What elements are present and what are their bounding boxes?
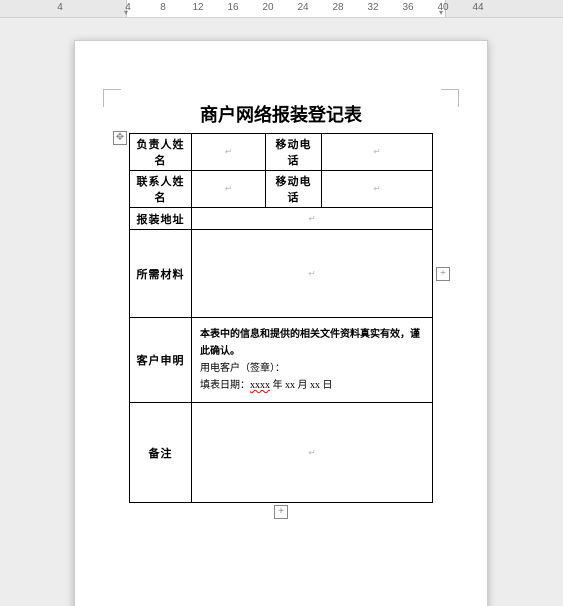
ruler-number: 32 (367, 2, 378, 13)
margin-corner-tr (441, 89, 459, 107)
date-month-suffix: 月 (295, 380, 310, 391)
address-cell[interactable] (192, 208, 433, 230)
table-row[interactable]: 负责人姓名 移动电话 (130, 134, 433, 171)
table-row[interactable]: 所需材料 + (130, 230, 433, 318)
table-row[interactable]: 报装地址 (130, 208, 433, 230)
document-title[interactable]: 商户网络报装登记表 (129, 101, 433, 127)
date-day-placeholder[interactable]: xx (310, 380, 320, 391)
margin-corner-tl (103, 89, 121, 107)
table-row[interactable]: 联系人姓名 移动电话 (130, 171, 433, 208)
declaration-line1[interactable]: 本表中的信息和提供的相关文件资料真实有效，谨此确认。 (200, 326, 424, 360)
table-row[interactable]: 备注 (130, 403, 433, 503)
contact-phone-cell[interactable] (322, 171, 433, 208)
ruler-number: 44 (472, 2, 483, 13)
page[interactable]: 商户网络报装登记表 ✥ 负责人姓名 移动电话 (74, 40, 488, 606)
document-editor: ▾ ▾ 448121620242832364044 商户网络报装登记表 ✥ 负责… (0, 0, 563, 606)
table-add-handle[interactable]: + (274, 505, 288, 519)
contact-name-cell[interactable] (192, 171, 266, 208)
form-table-wrap: ✥ 负责人姓名 移动电话 联系人姓名 (129, 133, 433, 503)
horizontal-ruler[interactable]: ▾ ▾ 448121620242832364044 (0, 0, 563, 18)
owner-phone-label[interactable]: 移动电话 (266, 134, 322, 171)
ruler-number: 28 (332, 2, 343, 13)
ruler-number: 36 (402, 2, 413, 13)
ruler-number: 12 (192, 2, 203, 13)
declaration-text[interactable]: 本表中的信息和提供的相关文件资料真实有效，谨此确认。 用电客户（签章）： 填表日… (196, 320, 428, 400)
row-insert-handle[interactable]: + (436, 267, 450, 281)
remark-cell[interactable] (192, 403, 433, 503)
table-row[interactable]: 客户申明 本表中的信息和提供的相关文件资料真实有效，谨此确认。 用电客户（签章）… (130, 318, 433, 403)
owner-name-label[interactable]: 负责人姓名 (130, 134, 192, 171)
table-move-handle[interactable]: ✥ (113, 131, 127, 145)
declaration-label[interactable]: 客户申明 (130, 318, 192, 403)
date-label: 填表日期： (200, 380, 250, 391)
ruler-number: 4 (125, 2, 131, 13)
signature-label: 用电客户（签章）： (200, 363, 285, 374)
ruler-number: 16 (227, 2, 238, 13)
date-month-placeholder[interactable]: xx (285, 380, 295, 391)
ruler-number: 40 (437, 2, 448, 13)
declaration-cell[interactable]: 本表中的信息和提供的相关文件资料真实有效，谨此确认。 用电客户（签章）： 填表日… (192, 318, 433, 403)
workspace: 商户网络报装登记表 ✥ 负责人姓名 移动电话 (0, 18, 563, 606)
date-year-suffix: 年 (270, 380, 285, 391)
declaration-line3[interactable]: 填表日期：xxxx 年 xx 月 xx 日 (200, 377, 424, 394)
materials-label[interactable]: 所需材料 (130, 230, 192, 318)
ruler-number: 8 (160, 2, 166, 13)
ruler-number: 4 (57, 2, 63, 13)
ruler-number: 24 (297, 2, 308, 13)
address-label[interactable]: 报装地址 (130, 208, 192, 230)
contact-name-label[interactable]: 联系人姓名 (130, 171, 192, 208)
ruler-active-segment (126, 0, 446, 17)
contact-phone-label[interactable]: 移动电话 (266, 171, 322, 208)
owner-name-cell[interactable] (192, 134, 266, 171)
owner-phone-cell[interactable] (322, 134, 433, 171)
form-table[interactable]: 负责人姓名 移动电话 联系人姓名 移动电话 报装地址 (129, 133, 433, 503)
date-year-placeholder[interactable]: xxxx (250, 380, 270, 391)
date-day-suffix: 日 (320, 380, 333, 391)
remark-label[interactable]: 备注 (130, 403, 192, 503)
materials-cell[interactable]: + (192, 230, 433, 318)
declaration-line2[interactable]: 用电客户（签章）： (200, 360, 424, 377)
ruler-track: ▾ ▾ 448121620242832364044 (0, 0, 563, 17)
ruler-number: 20 (262, 2, 273, 13)
page-content[interactable]: 商户网络报装登记表 ✥ 负责人姓名 移动电话 (129, 101, 433, 503)
